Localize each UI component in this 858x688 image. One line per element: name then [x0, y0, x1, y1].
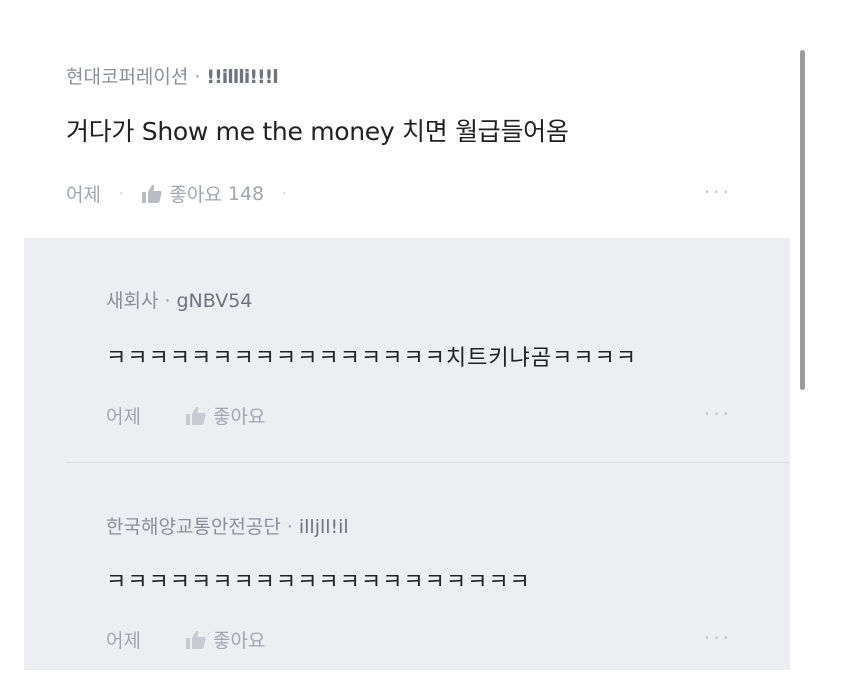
- reply-text: ㅋㅋㅋㅋㅋㅋㅋㅋㅋㅋㅋㅋㅋㅋㅋㅋㅋㅋㅋㅋ: [106, 570, 531, 595]
- more-options-icon[interactable]: ···: [704, 402, 732, 426]
- thumbs-up-icon: [141, 184, 163, 204]
- meta-separator: ·: [164, 290, 171, 312]
- comment-date: 어제: [66, 184, 101, 206]
- scrollbar-thumb[interactable]: [800, 50, 805, 390]
- comment-meta: 현대코퍼레이션 · !!illli!!!l: [66, 62, 279, 89]
- meta-separator: ·: [194, 66, 201, 88]
- reply-user-id: illjll!il: [298, 516, 349, 538]
- comment-text: 거다가 Show me the money 치면 월급들어옴: [66, 117, 569, 146]
- like-button[interactable]: 좋아요: [185, 626, 265, 653]
- comment: 현대코퍼레이션 · !!illli!!!l 거다가 Show me the mone…: [24, 40, 790, 236]
- comment-user-id: !!illli!!!l: [206, 66, 278, 88]
- comment-actions: 어제 · 좋아요 148 ·: [66, 180, 305, 207]
- meta-separator: ·: [286, 516, 293, 538]
- comment-author[interactable]: 현대코퍼레이션: [66, 66, 188, 88]
- action-dot: ·: [118, 185, 124, 202]
- reply-meta: 새회사 · gNBV54: [106, 286, 252, 313]
- reply-author[interactable]: 한국해양교통안전공단: [106, 516, 281, 538]
- reply-meta: 한국해양교통안전공단 · illjll!il: [106, 512, 349, 539]
- comment-thread: 현대코퍼레이션 · !!illli!!!l 거다가 Show me the mone…: [24, 0, 805, 688]
- like-count: 148: [227, 182, 265, 205]
- reply-user-id: gNBV54: [176, 290, 253, 312]
- like-button[interactable]: 좋아요 148: [141, 180, 264, 207]
- thumbs-up-icon: [185, 630, 207, 650]
- reply-date: 어제: [106, 630, 141, 652]
- like-label: 좋아요: [169, 184, 222, 206]
- reply-divider: [66, 462, 790, 463]
- like-label: 좋아요: [212, 630, 266, 652]
- reply-text: ㅋㅋㅋㅋㅋㅋㅋㅋㅋㅋㅋㅋㅋㅋㅋㅋ치트키냐곰ㅋㅋㅋㅋ: [106, 346, 638, 371]
- like-button[interactable]: 좋아요: [185, 402, 265, 429]
- like-label: 좋아요: [212, 406, 266, 428]
- more-options-icon[interactable]: ···: [704, 626, 732, 650]
- reply-date: 어제: [106, 406, 141, 428]
- action-dot: ·: [282, 185, 287, 202]
- reply-author[interactable]: 새회사: [106, 290, 158, 312]
- reply-actions: 어제 좋아요: [106, 626, 265, 653]
- reply-actions: 어제 좋아요: [106, 402, 265, 429]
- reply-list: 새회사 · gNBV54 ㅋㅋㅋㅋㅋㅋㅋㅋㅋㅋㅋㅋㅋㅋㅋㅋ치트키냐곰ㅋㅋㅋㅋ 어제 …: [24, 238, 790, 670]
- thumbs-up-icon: [185, 406, 207, 426]
- more-options-icon[interactable]: ···: [704, 180, 732, 204]
